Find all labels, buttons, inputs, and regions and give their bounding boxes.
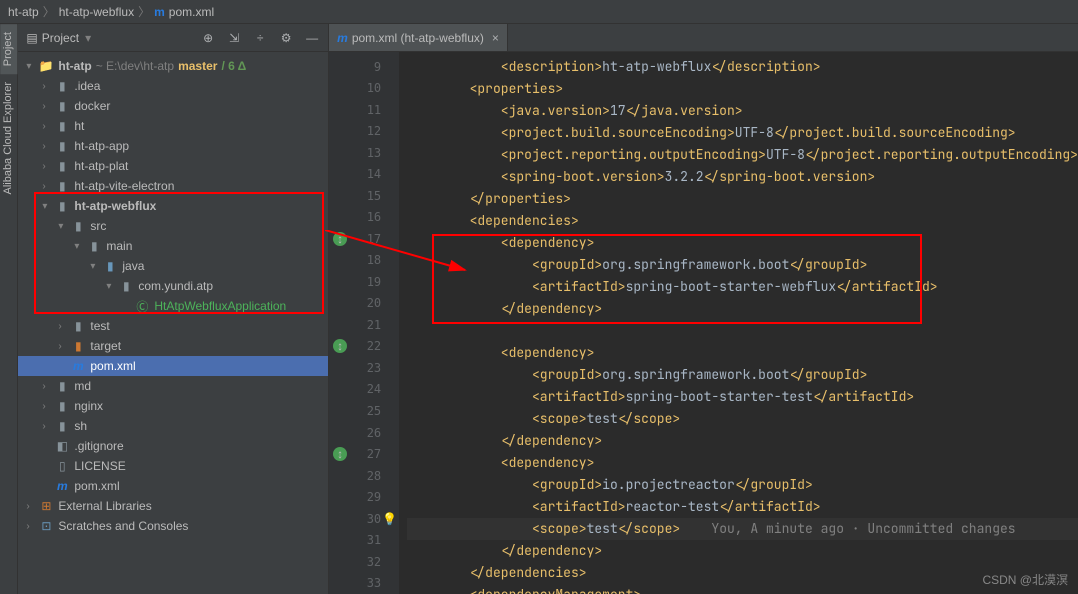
tool-window-stripe: Project Alibaba Cloud Explorer — [0, 24, 18, 594]
tree-item[interactable]: ›▮.idea — [18, 76, 328, 96]
tree-item[interactable]: ›▮ht-atp-app — [18, 136, 328, 156]
tree-item[interactable]: ◧.gitignore — [18, 436, 328, 456]
tree-item[interactable]: ›▮test — [18, 316, 328, 336]
tree-item[interactable]: ›▮sh — [18, 416, 328, 436]
project-selector[interactable]: ▤ Project ▾ — [26, 31, 200, 45]
tree-item[interactable]: ⒸHtAtpWebfluxApplication — [18, 296, 328, 316]
tree-item[interactable]: ›▮md — [18, 376, 328, 396]
tree-item[interactable]: ›▮target — [18, 336, 328, 356]
tree-item[interactable]: ▾▮src — [18, 216, 328, 236]
breadcrumb-sep: 〉 — [43, 3, 55, 20]
side-tab-project[interactable]: Project — [0, 24, 17, 74]
close-icon[interactable]: × — [492, 31, 499, 45]
tree-item[interactable]: mpom.xml — [18, 356, 328, 376]
hide-icon[interactable]: — — [304, 30, 320, 46]
collapse-icon[interactable]: ÷ — [252, 30, 268, 46]
project-panel: ▤ Project ▾ ⊕ ⇲ ÷ ⚙ — ▾📁ht-atp ~ E:\dev\… — [18, 24, 329, 594]
breadcrumb: ht-atp 〉 ht-atp-webflux 〉 m pom.xml — [0, 0, 1078, 24]
code-area[interactable]: <description>ht-atp-webflux</description… — [399, 52, 1078, 594]
gutter: 910111213141516↕1718192021↕2223242526↕27… — [329, 52, 399, 594]
editor-tab-label: pom.xml (ht-atp-webflux) — [352, 31, 484, 45]
tree-item[interactable]: mpom.xml — [18, 476, 328, 496]
tree-item[interactable]: ▾▮java — [18, 256, 328, 276]
tree-item[interactable]: ›⊞External Libraries — [18, 496, 328, 516]
tree-item[interactable]: ▯LICENSE — [18, 456, 328, 476]
maven-icon: m — [154, 5, 165, 19]
editor-tab[interactable]: m pom.xml (ht-atp-webflux) × — [329, 24, 508, 51]
breadcrumb-item[interactable]: ht-atp — [8, 5, 39, 19]
tree-item[interactable]: ›▮docker — [18, 96, 328, 116]
expand-icon[interactable]: ⇲ — [226, 30, 242, 46]
tree-item[interactable]: ›⊡Scratches and Consoles — [18, 516, 328, 536]
tree-item[interactable]: ▾▮com.yundi.atp — [18, 276, 328, 296]
tree-item[interactable]: ▾▮ht-atp-webflux — [18, 196, 328, 216]
breadcrumb-item[interactable]: ht-atp-webflux — [59, 5, 134, 19]
maven-icon: m — [337, 31, 348, 45]
tree-item[interactable]: ›▮ht-atp-vite-electron — [18, 176, 328, 196]
breadcrumb-sep: 〉 — [138, 3, 150, 20]
breadcrumb-file[interactable]: pom.xml — [169, 5, 214, 19]
gutter-mark-icon[interactable]: ↕ — [333, 232, 347, 246]
watermark: CSDN @北漠溟 — [982, 571, 1068, 588]
tree-item[interactable]: ▾📁ht-atp ~ E:\dev\ht-atp master / 6 Δ — [18, 56, 328, 76]
locate-icon[interactable]: ⊕ — [200, 30, 216, 46]
bulb-icon[interactable]: 💡 — [382, 512, 397, 526]
gutter-mark-icon[interactable]: ↕ — [333, 447, 347, 461]
tree-item[interactable]: ›▮ht-atp-plat — [18, 156, 328, 176]
editor-area: m pom.xml (ht-atp-webflux) × 91011121314… — [329, 24, 1078, 594]
tree-item[interactable]: ›▮nginx — [18, 396, 328, 416]
side-tab-cloud[interactable]: Alibaba Cloud Explorer — [0, 74, 17, 203]
tree-item[interactable]: ▾▮main — [18, 236, 328, 256]
project-tree[interactable]: ▾📁ht-atp ~ E:\dev\ht-atp master / 6 Δ›▮.… — [18, 52, 328, 594]
tree-item[interactable]: ›▮ht — [18, 116, 328, 136]
settings-icon[interactable]: ⚙ — [278, 30, 294, 46]
gutter-mark-icon[interactable]: ↕ — [333, 339, 347, 353]
